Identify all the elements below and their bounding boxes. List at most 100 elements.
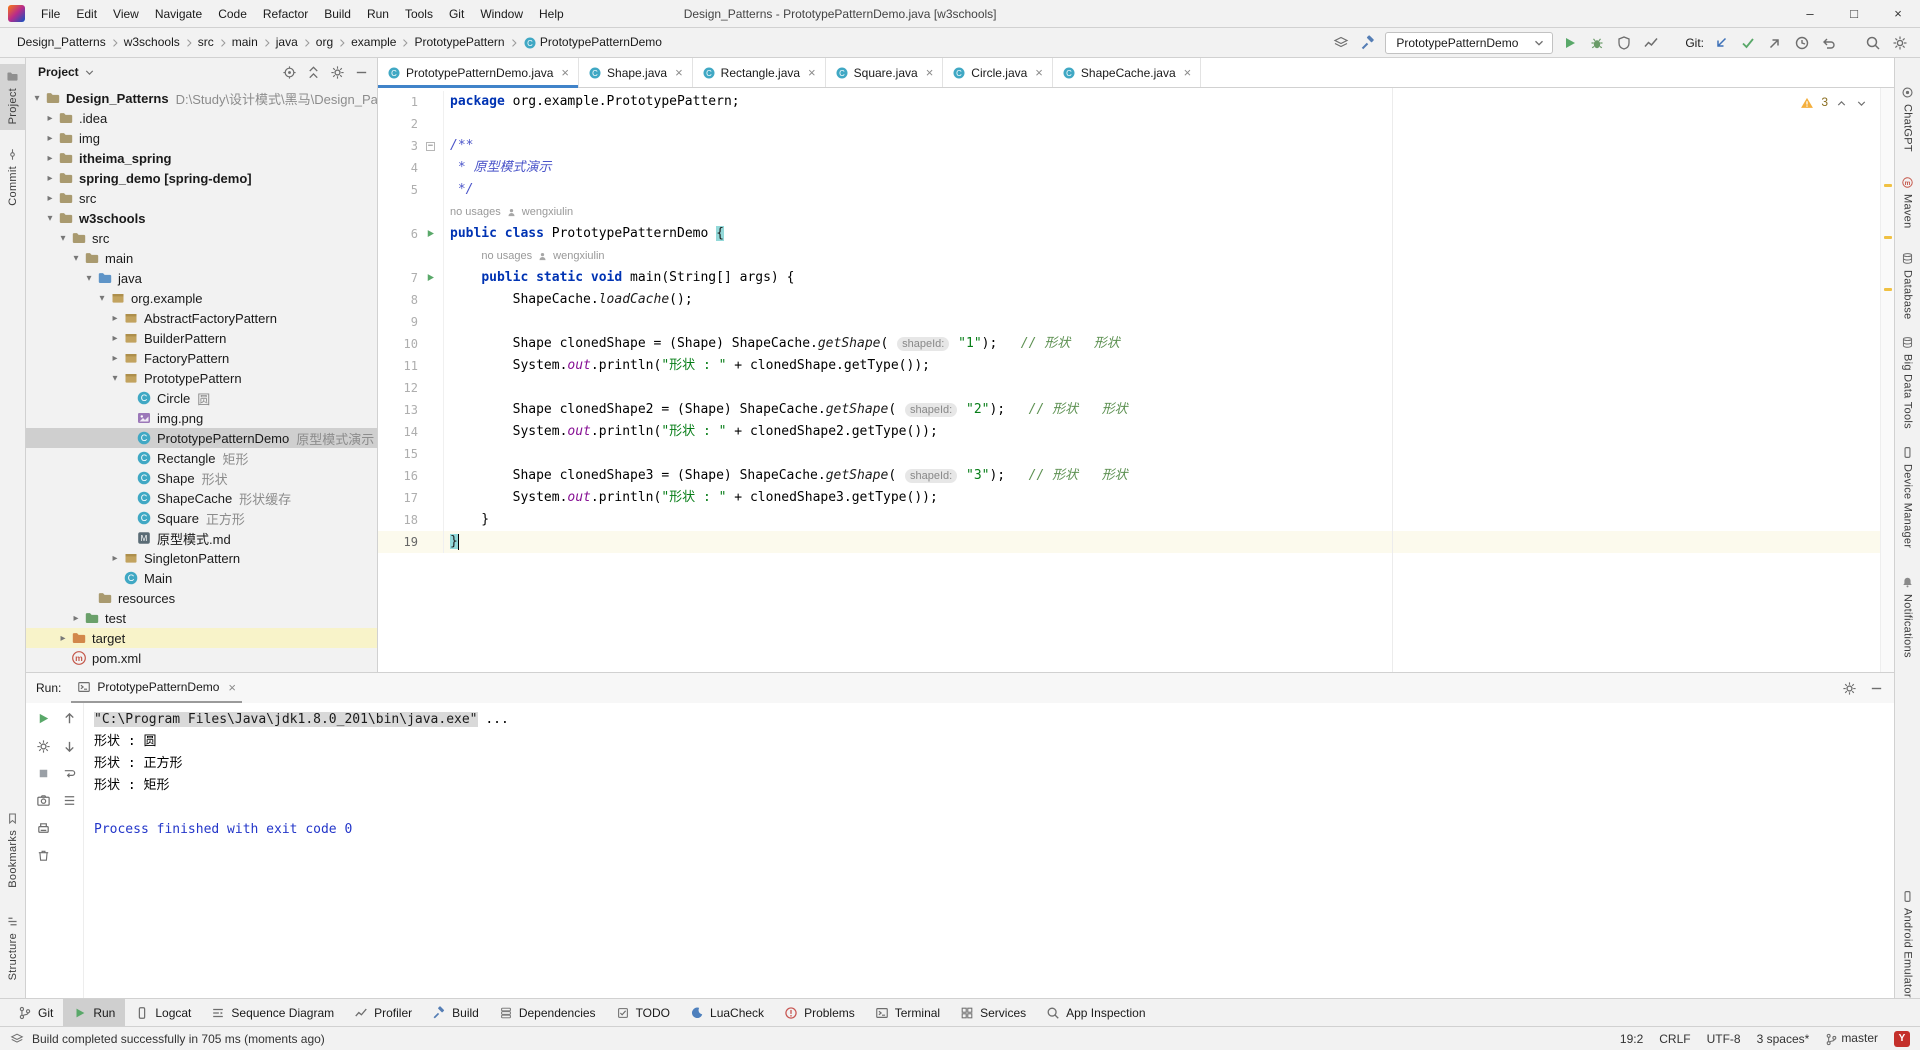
chevDown-icon[interactable] [83, 66, 96, 79]
gear-button[interactable] [1890, 33, 1910, 53]
minimize-button[interactable]: – [1788, 0, 1832, 27]
expand-arrow-icon[interactable]: ▸ [43, 153, 57, 164]
tool-window-button-services[interactable]: Services [950, 999, 1036, 1026]
tool-window-button-terminal[interactable]: Terminal [865, 999, 950, 1026]
tree-item[interactable]: resources [26, 588, 377, 608]
tree-item[interactable]: C Shape 形状 [26, 468, 377, 488]
tool-window-button-dependencies[interactable]: Dependencies [489, 999, 606, 1026]
expand-arrow-icon[interactable]: ▸ [56, 633, 70, 644]
tree-item[interactable]: ▾ w3schools [26, 208, 377, 228]
code-line[interactable]: 3−/** [378, 135, 1880, 157]
printer-button[interactable] [36, 820, 51, 835]
tool-stripe-structure[interactable]: Structure [0, 909, 25, 986]
camera-button[interactable] [36, 793, 51, 808]
editor-tab[interactable]: C ShapeCache.java × [1053, 58, 1202, 87]
tool-stripe-commit[interactable]: Commit [0, 142, 25, 212]
code-line[interactable]: 16 Shape clonedShape3 = (Shape) ShapeCac… [378, 465, 1880, 487]
tool-window-button-git[interactable]: Git [8, 999, 63, 1026]
down-button[interactable] [62, 738, 77, 753]
menu-run[interactable]: Run [359, 3, 397, 25]
tool-stripe-big-data-tools[interactable]: Big Data Tools [1895, 330, 1920, 435]
expand-arrow-icon[interactable]: ▸ [69, 613, 83, 624]
tool-window-button-sequence-diagram[interactable]: Sequence Diagram [201, 999, 344, 1026]
menu-window[interactable]: Window [472, 3, 531, 25]
tree-item[interactable]: ▸ test [26, 608, 377, 628]
code-line[interactable]: 19} [378, 531, 1880, 553]
play-icon[interactable] [425, 272, 436, 283]
breadcrumb-item[interactable]: main [229, 33, 261, 51]
code-line[interactable]: 6 public class PrototypePatternDemo { [378, 223, 1880, 245]
tree-item[interactable]: img.png [26, 408, 377, 428]
tree-item[interactable]: ▾ main [26, 248, 377, 268]
tool-window-button-profiler[interactable]: Profiler [344, 999, 422, 1026]
code-area[interactable]: 1 package org.example.PrototypePattern; 2 3… [378, 88, 1880, 672]
tool-stripe-database[interactable]: Database [1895, 246, 1920, 326]
stop-button[interactable] [36, 766, 51, 781]
collapse-arrow-icon[interactable]: ▾ [30, 93, 44, 104]
menu-edit[interactable]: Edit [68, 3, 105, 25]
undo-button[interactable] [1819, 33, 1839, 53]
caret-position[interactable]: 19:2 [1620, 1032, 1643, 1046]
tree-item[interactable]: ▸ itheima_spring [26, 148, 377, 168]
editor-tab[interactable]: C Rectangle.java × [693, 58, 826, 87]
notification-badge-icon[interactable]: Y [1894, 1030, 1910, 1047]
tree-item[interactable]: m pom.xml [26, 648, 377, 668]
expand-arrow-icon[interactable]: ▸ [108, 313, 122, 324]
code-line[interactable]: 18 } [378, 509, 1880, 531]
run-configuration-selector[interactable]: PrototypePatternDemo [1385, 31, 1554, 54]
collapse-arrow-icon[interactable]: ▾ [69, 253, 83, 264]
gear-button[interactable] [330, 64, 345, 79]
menu-tools[interactable]: Tools [397, 3, 441, 25]
tool-window-button-build[interactable]: Build [422, 999, 489, 1026]
tree-item[interactable]: ▸ src [26, 188, 377, 208]
maximize-button[interactable]: □ [1832, 0, 1876, 27]
tool-stripe-maven[interactable]: m Maven [1895, 170, 1920, 235]
tree-item[interactable]: C PrototypePatternDemo 原型模式演示 [26, 428, 377, 448]
code-line[interactable]: 7 public static void main(String[] args)… [378, 267, 1880, 289]
code-line[interactable]: 15 [378, 443, 1880, 465]
tree-item[interactable]: ▾ src [26, 228, 377, 248]
run-line-button[interactable] [425, 223, 436, 245]
tree-item[interactable]: M 原型模式.md [26, 528, 377, 548]
menu-build[interactable]: Build [316, 3, 359, 25]
breadcrumb-item[interactable]: w3schools [121, 33, 183, 51]
tool-stripe-project[interactable]: Project [0, 64, 25, 131]
tool-stripe-device-manager[interactable]: Device Manager [1895, 440, 1920, 554]
bug-button[interactable] [1587, 33, 1607, 53]
tree-item[interactable]: ▸ spring_demo [spring-demo] [26, 168, 377, 188]
project-view-chevron[interactable] [83, 65, 96, 79]
code-line[interactable]: 5 */ [378, 179, 1880, 201]
search-button[interactable] [1863, 33, 1883, 53]
tool-stripe-chatgpt[interactable]: ChatGPT [1895, 80, 1920, 158]
expand-arrow-icon[interactable]: ▸ [108, 553, 122, 564]
run-tab[interactable]: PrototypePatternDemo × [71, 673, 243, 703]
collapse-button[interactable] [306, 64, 321, 79]
tree-item[interactable]: ▸ img [26, 128, 377, 148]
close-tab-icon[interactable]: × [675, 65, 683, 80]
tree-item[interactable]: ▾ PrototypePattern [26, 368, 377, 388]
author-hint[interactable]: wengxiulin [553, 245, 604, 267]
menu-view[interactable]: View [105, 3, 147, 25]
menu-file[interactable]: File [33, 3, 68, 25]
hammer-button[interactable] [1358, 33, 1378, 53]
play-button[interactable] [36, 711, 51, 726]
chevDown-icon[interactable] [1855, 97, 1868, 110]
prev-problem-button[interactable] [1835, 95, 1848, 109]
close-run-tab-icon[interactable]: × [228, 680, 236, 695]
chevUp-icon[interactable] [1835, 97, 1848, 110]
tree-item[interactable]: ▾ java [26, 268, 377, 288]
tree-item[interactable]: ▾ org.example [26, 288, 377, 308]
breadcrumb-item[interactable]: example [348, 33, 399, 51]
tool-window-button-todo[interactable]: TODO [606, 999, 680, 1026]
tool-window-button-luacheck[interactable]: LuaCheck [680, 999, 774, 1026]
expand-arrow-icon[interactable]: ▸ [43, 133, 57, 144]
tree-item[interactable]: ▸ BuilderPattern [26, 328, 377, 348]
play-icon[interactable] [425, 228, 436, 239]
check-button[interactable] [1738, 33, 1758, 53]
collapse-arrow-icon[interactable]: ▾ [43, 213, 57, 224]
next-problem-button[interactable] [1855, 95, 1868, 109]
close-tab-icon[interactable]: × [926, 65, 934, 80]
trash-button[interactable] [36, 848, 51, 863]
usages-hint[interactable]: no usages [450, 201, 501, 223]
close-tab-icon[interactable]: × [561, 65, 569, 80]
